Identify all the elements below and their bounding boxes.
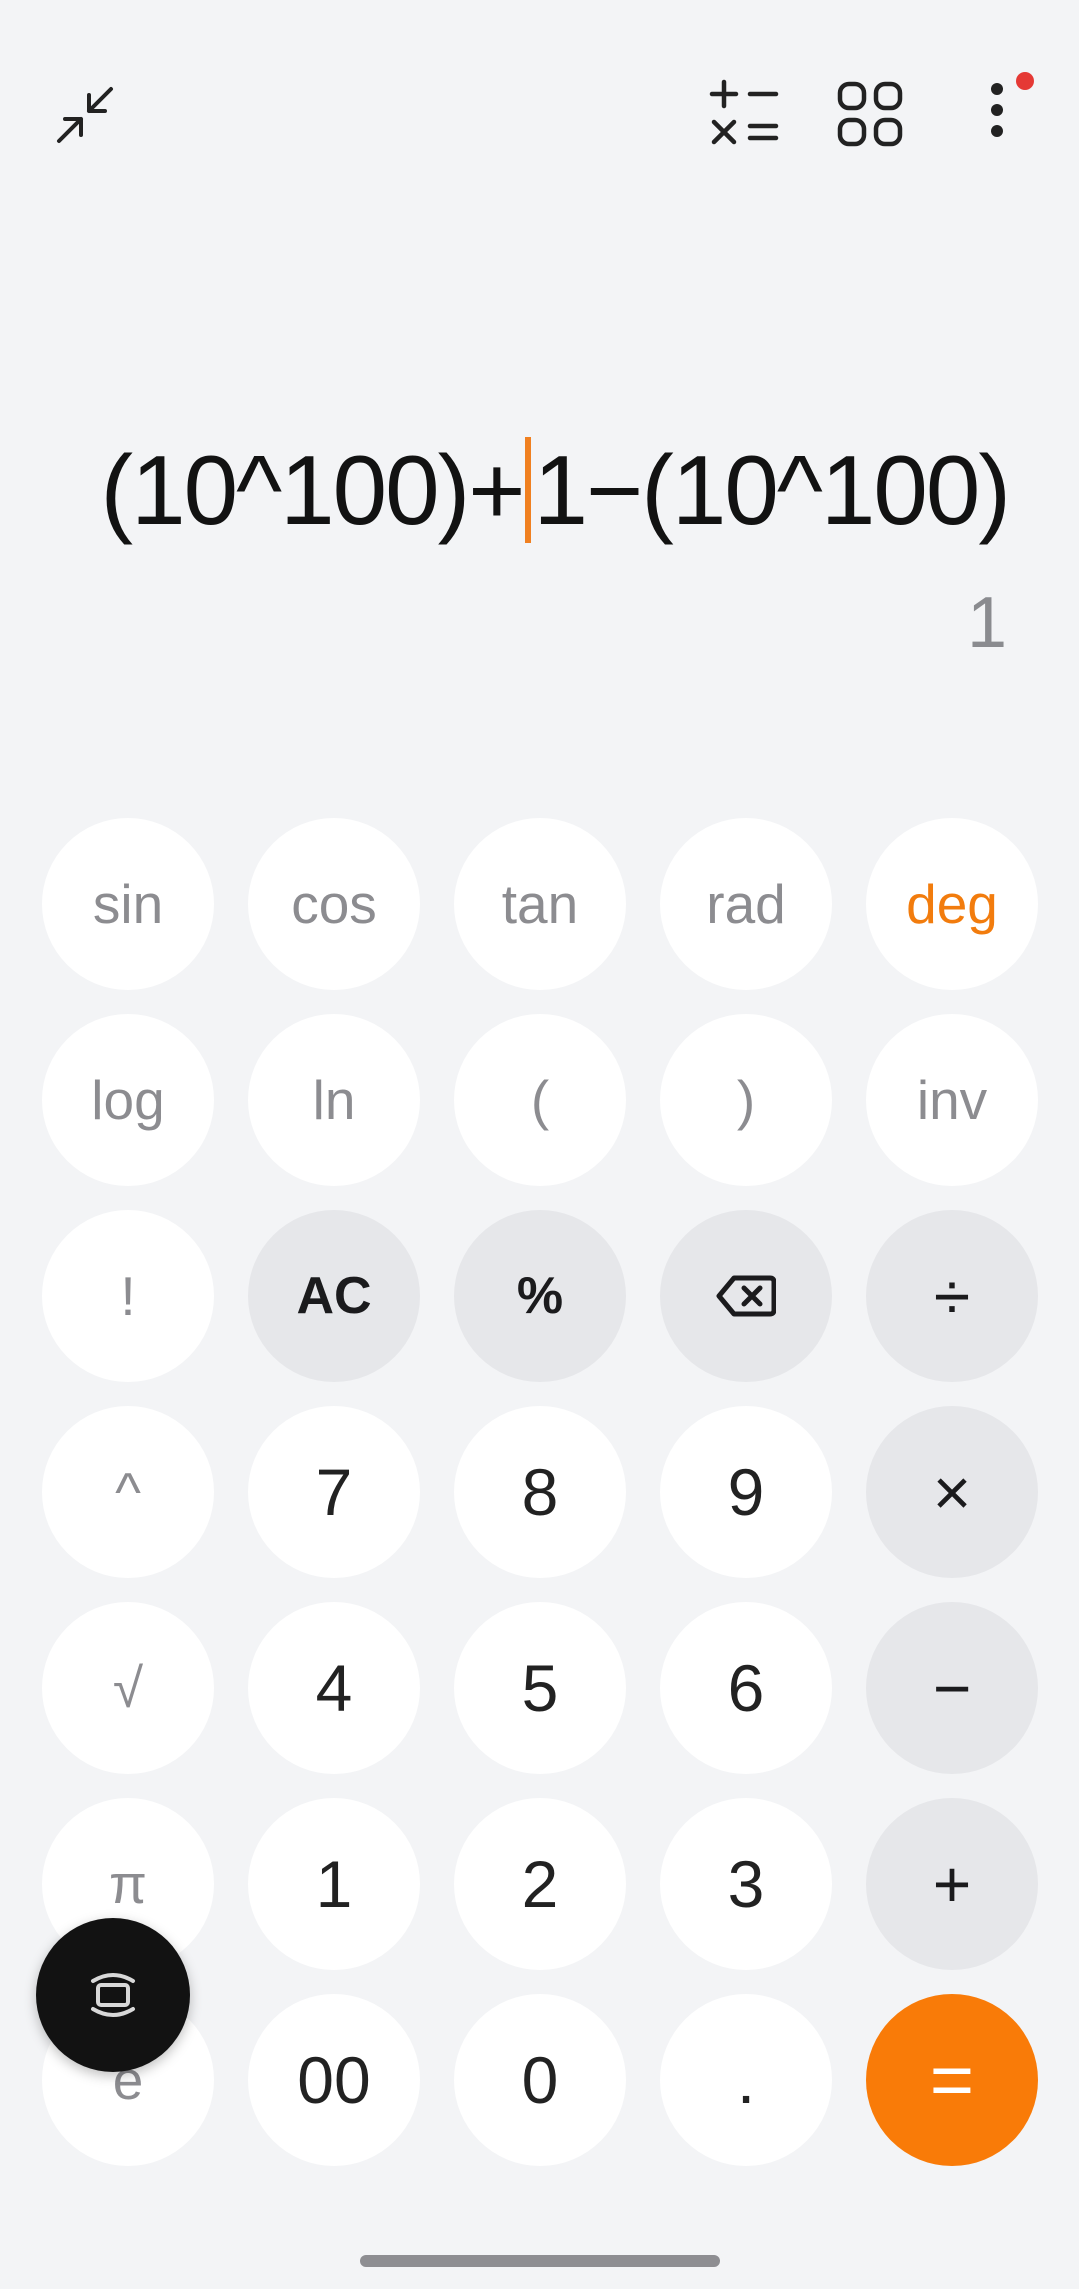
notification-dot: [1016, 72, 1034, 90]
key-right-paren[interactable]: ): [660, 1014, 832, 1186]
key-2[interactable]: 2: [454, 1798, 626, 1970]
result-preview: 1: [966, 583, 1007, 663]
key-left-paren[interactable]: (: [454, 1014, 626, 1186]
key-power[interactable]: ^: [42, 1406, 214, 1578]
key-all-clear[interactable]: AC: [248, 1210, 420, 1382]
key-7[interactable]: 7: [248, 1406, 420, 1578]
expression-before-cursor: (10^100)+: [100, 434, 525, 545]
key-minus[interactable]: −: [866, 1602, 1038, 1774]
unit-converter-button[interactable]: [700, 70, 788, 158]
collapse-button[interactable]: [44, 74, 126, 156]
key-equals[interactable]: =: [866, 1994, 1038, 2166]
key-00[interactable]: 00: [248, 1994, 420, 2166]
key-1[interactable]: 1: [248, 1798, 420, 1970]
key-tan[interactable]: tan: [454, 818, 626, 990]
key-rad[interactable]: rad: [660, 818, 832, 990]
expression-display[interactable]: (10^100)+ 1−(10^100): [100, 430, 1011, 550]
rotate-screen-icon: [91, 1973, 135, 2017]
key-deg[interactable]: deg: [866, 818, 1038, 990]
key-factorial[interactable]: !: [42, 1210, 214, 1382]
key-8[interactable]: 8: [454, 1406, 626, 1578]
key-6[interactable]: 6: [660, 1602, 832, 1774]
key-divide[interactable]: ÷: [866, 1210, 1038, 1382]
key-log[interactable]: log: [42, 1014, 214, 1186]
backspace-icon: [716, 1275, 776, 1317]
key-9[interactable]: 9: [660, 1406, 832, 1578]
more-options-button[interactable]: [960, 60, 1040, 160]
home-indicator[interactable]: [360, 2255, 720, 2267]
key-3[interactable]: 3: [660, 1798, 832, 1970]
grid-icon: [837, 81, 903, 147]
key-decimal[interactable]: .: [660, 1994, 832, 2166]
key-0[interactable]: 0: [454, 1994, 626, 2166]
key-5[interactable]: 5: [454, 1602, 626, 1774]
key-plus[interactable]: +: [866, 1798, 1038, 1970]
expression-after-cursor: 1−(10^100): [533, 434, 1011, 545]
collapse-arrows-icon: [57, 87, 113, 143]
key-sin[interactable]: sin: [42, 818, 214, 990]
rotate-screen-button[interactable]: [36, 1918, 190, 2072]
key-ln[interactable]: ln: [248, 1014, 420, 1186]
key-sqrt[interactable]: √: [42, 1602, 214, 1774]
key-percent[interactable]: %: [454, 1210, 626, 1382]
plus-minus-times-equals-icon: [709, 79, 779, 145]
key-multiply[interactable]: ×: [866, 1406, 1038, 1578]
text-cursor: [525, 437, 532, 543]
key-cos[interactable]: cos: [248, 818, 420, 990]
grid-button[interactable]: [826, 70, 914, 158]
key-4[interactable]: 4: [248, 1602, 420, 1774]
key-inv[interactable]: inv: [866, 1014, 1038, 1186]
key-backspace[interactable]: [660, 1210, 832, 1382]
